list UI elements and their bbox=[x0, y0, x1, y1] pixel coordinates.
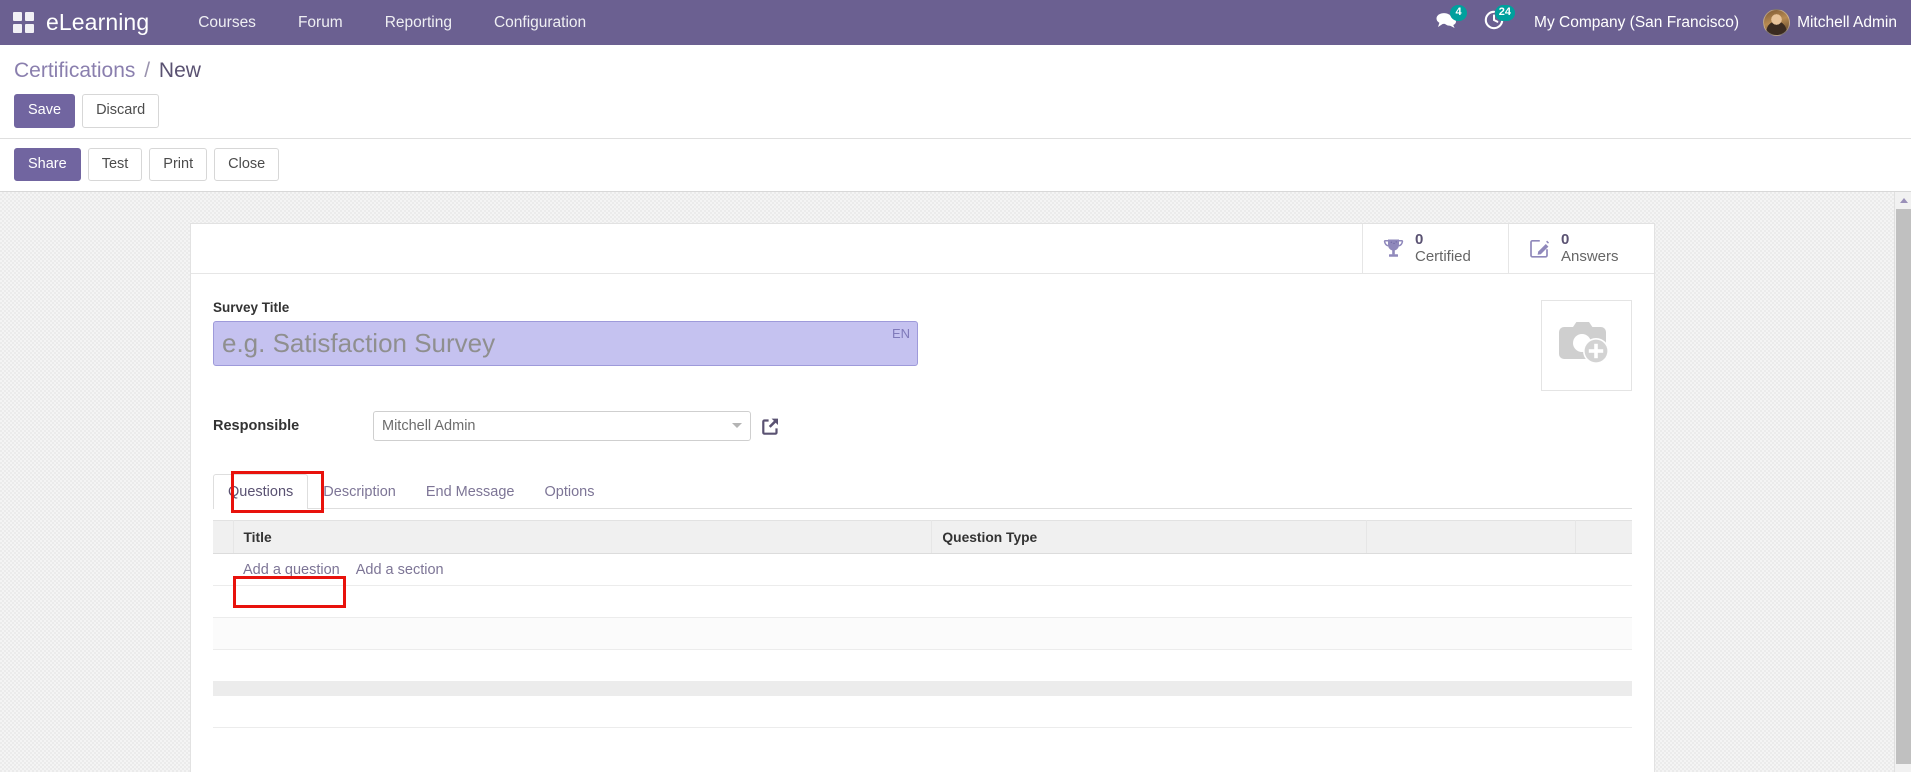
table-row bbox=[213, 617, 1632, 650]
control-panel: Certifications / New Save Discard bbox=[0, 45, 1911, 139]
external-link-icon[interactable] bbox=[760, 416, 781, 437]
stat-answers-text: 0 Answers bbox=[1561, 230, 1619, 266]
responsible-label: Responsible bbox=[213, 418, 300, 434]
pencil-square-icon bbox=[1527, 236, 1552, 261]
notebook-tabs: Questions Description End Message Option… bbox=[213, 474, 1632, 509]
breadcrumb-separator: / bbox=[144, 59, 151, 82]
breadcrumb-certifications[interactable]: Certifications bbox=[14, 59, 135, 82]
top-navbar: eLearning Courses Forum Reporting Config… bbox=[0, 0, 1911, 45]
col-optional bbox=[1575, 520, 1632, 554]
tab-questions[interactable]: Questions bbox=[213, 474, 309, 509]
activities-button[interactable]: 24 bbox=[1470, 0, 1518, 45]
language-tag[interactable]: EN bbox=[892, 326, 910, 341]
menu-forum[interactable]: Forum bbox=[277, 0, 364, 45]
avatar bbox=[1763, 9, 1791, 36]
survey-title-field: EN bbox=[213, 321, 918, 366]
survey-image-upload[interactable] bbox=[1541, 300, 1632, 391]
close-button[interactable]: Close bbox=[214, 147, 280, 181]
apps-grid-icon bbox=[12, 12, 34, 33]
table-footer-bar bbox=[213, 681, 1632, 696]
navbar-right-group: 4 24 My Company (San Francisco) Mitchell… bbox=[1422, 0, 1897, 45]
stat-button-answers[interactable]: 0 Answers bbox=[1508, 224, 1654, 273]
col-question-type: Question Type bbox=[931, 520, 1367, 554]
add-row-links: Add a question Add a section bbox=[233, 553, 1632, 586]
user-menu[interactable]: Mitchell Admin bbox=[1755, 9, 1897, 36]
messages-badge: 4 bbox=[1450, 5, 1468, 21]
add-row: Add a question Add a section bbox=[213, 553, 1632, 586]
notebook: Questions Description End Message Option… bbox=[213, 471, 1632, 728]
print-button[interactable]: Print bbox=[149, 147, 208, 181]
form-content-area: 0 Certified 0 Answers Survey Title e.g. … bbox=[0, 192, 1911, 772]
menu-configuration[interactable]: Configuration bbox=[473, 0, 607, 45]
questions-table-body: Add a question Add a section bbox=[213, 553, 1632, 728]
questions-table: Title Question Type Add a question Add a… bbox=[213, 520, 1632, 728]
add-a-question-link[interactable]: Add a question bbox=[243, 562, 340, 578]
breadcrumb: Certifications / New bbox=[0, 45, 1911, 84]
responsible-row: Responsible Mitchell Admin bbox=[213, 411, 1632, 441]
user-name-label: Mitchell Admin bbox=[1797, 13, 1897, 31]
stat-answers-label: Answers bbox=[1561, 247, 1619, 265]
col-title: Title bbox=[233, 520, 933, 554]
scroll-up-button[interactable] bbox=[1895, 192, 1911, 209]
table-row bbox=[213, 649, 1632, 682]
app-brand-elearning[interactable]: eLearning bbox=[46, 9, 149, 36]
tab-options[interactable]: Options bbox=[530, 474, 610, 509]
col-blank bbox=[1366, 520, 1577, 554]
test-button[interactable]: Test bbox=[87, 147, 143, 181]
col-handle bbox=[213, 520, 234, 554]
save-button[interactable]: Save bbox=[14, 94, 76, 128]
stat-certified-value: 0 bbox=[1415, 230, 1424, 248]
discard-button[interactable]: Discard bbox=[82, 94, 160, 128]
responsible-select[interactable]: Mitchell Admin bbox=[373, 411, 751, 441]
questions-table-head: Title Question Type bbox=[213, 520, 1632, 554]
stat-button-certified[interactable]: 0 Certified bbox=[1362, 224, 1508, 273]
tab-end-message[interactable]: End Message bbox=[411, 474, 530, 509]
menu-reporting[interactable]: Reporting bbox=[364, 0, 473, 45]
camera-add-icon bbox=[1556, 315, 1618, 376]
responsible-field: Mitchell Admin bbox=[373, 411, 751, 441]
trophy-icon bbox=[1381, 236, 1406, 261]
activities-badge: 24 bbox=[1494, 5, 1516, 21]
share-button[interactable]: Share bbox=[14, 147, 81, 181]
company-selector[interactable]: My Company (San Francisco) bbox=[1518, 14, 1755, 32]
stat-answers-value: 0 bbox=[1561, 230, 1570, 248]
stat-certified-label: Certified bbox=[1415, 247, 1471, 265]
menu-courses[interactable]: Courses bbox=[177, 0, 277, 45]
add-row-handle bbox=[213, 553, 233, 586]
stat-button-box: 0 Certified 0 Answers bbox=[191, 224, 1654, 274]
apps-menu-button[interactable] bbox=[0, 0, 46, 45]
table-row bbox=[213, 585, 1632, 618]
add-a-section-link[interactable]: Add a section bbox=[356, 562, 444, 578]
scrollbar-thumb[interactable] bbox=[1896, 209, 1911, 764]
messages-button[interactable]: 4 bbox=[1422, 0, 1470, 45]
stat-certified-text: 0 Certified bbox=[1415, 230, 1471, 266]
action-buttons-bar: Share Test Print Close bbox=[0, 138, 1911, 192]
survey-title-label: Survey Title bbox=[213, 300, 290, 315]
form-sheet: 0 Certified 0 Answers Survey Title e.g. … bbox=[190, 223, 1655, 772]
survey-title-input[interactable] bbox=[213, 321, 918, 366]
tab-description[interactable]: Description bbox=[308, 474, 411, 509]
record-buttons: Save Discard bbox=[0, 84, 1911, 138]
questions-header-row: Title Question Type bbox=[213, 520, 1632, 554]
form-body: Survey Title EN Responsible Mitchell Adm… bbox=[191, 274, 1654, 728]
caret-up-icon bbox=[1899, 198, 1908, 203]
table-row bbox=[213, 695, 1632, 728]
breadcrumb-new: New bbox=[158, 59, 201, 82]
vertical-scrollbar[interactable] bbox=[1894, 192, 1911, 772]
